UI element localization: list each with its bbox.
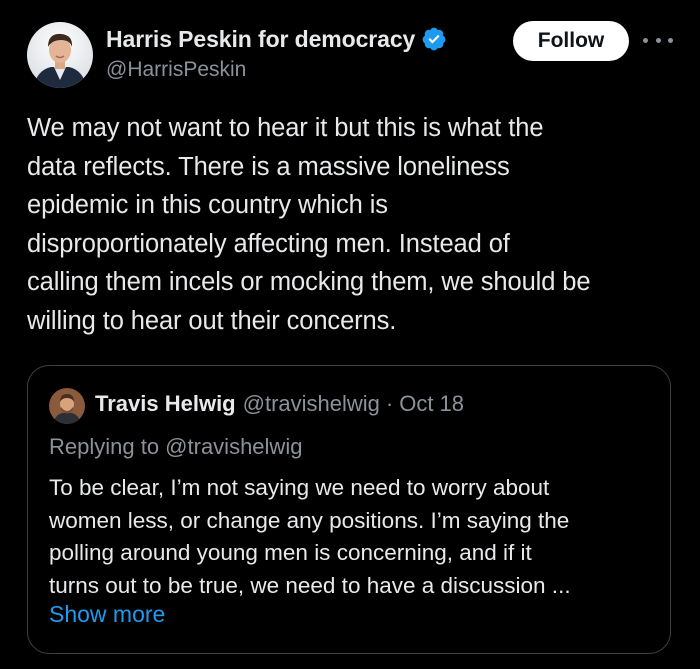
tweet-text-line: epidemic in this country which is — [27, 191, 388, 219]
quoted-author-avatar[interactable] — [49, 388, 85, 424]
tweet-text-line: We may not want to hear it but this is w… — [27, 114, 544, 142]
more-dot — [643, 37, 648, 43]
quoted-header: Travis Helwig @travishelwig · Oct 18 — [95, 391, 464, 417]
quoted-display-name[interactable]: Travis Helwig — [95, 391, 236, 417]
verified-badge-icon — [422, 27, 446, 51]
show-more-link[interactable]: Show more — [49, 601, 165, 628]
author-handle[interactable]: @HarrisPeskin — [106, 58, 246, 82]
more-options-icon[interactable] — [643, 30, 673, 50]
quoted-text-line: turns out to be true, we need to have a … — [49, 572, 571, 598]
replying-to-label: Replying to @travishelwig — [49, 434, 303, 459]
separator-dot: · — [385, 391, 394, 416]
quoted-body: To be clear, I’m not saying we need to w… — [49, 472, 659, 602]
more-dot — [655, 37, 661, 43]
author-avatar[interactable] — [27, 22, 93, 88]
follow-button[interactable]: Follow — [513, 21, 629, 61]
tweet-text-line: willing to hear out their concerns. — [27, 306, 397, 335]
tweet-text-line: calling them incels or mocking them, we … — [27, 268, 591, 296]
quoted-text-line: women less, or change any positions. I’m… — [49, 507, 570, 533]
tweet-text-line: disproportionately affecting men. Instea… — [27, 229, 510, 258]
quoted-text-line: To be clear, I’m not saying we need to w… — [49, 475, 550, 500]
more-dot — [668, 37, 673, 43]
quoted-text-line: polling around young men is concerning, … — [49, 540, 532, 565]
author-name-row: Harris Peskin for democracy — [106, 24, 447, 54]
tweet-body: We may not want to hear it but this is w… — [27, 109, 677, 340]
quoted-date[interactable]: Oct 18 — [399, 391, 464, 417]
quoted-handle[interactable]: @travishelwig — [243, 391, 380, 417]
author-display-name[interactable]: Harris Peskin for democracy — [106, 26, 415, 53]
tweet-text-line: data reflects. There is a massive loneli… — [27, 152, 510, 181]
quoted-tweet[interactable]: Travis Helwig @travishelwig · Oct 18 Rep… — [27, 365, 671, 654]
tweet-card: Harris Peskin for democracy @HarrisPeski… — [0, 0, 700, 669]
